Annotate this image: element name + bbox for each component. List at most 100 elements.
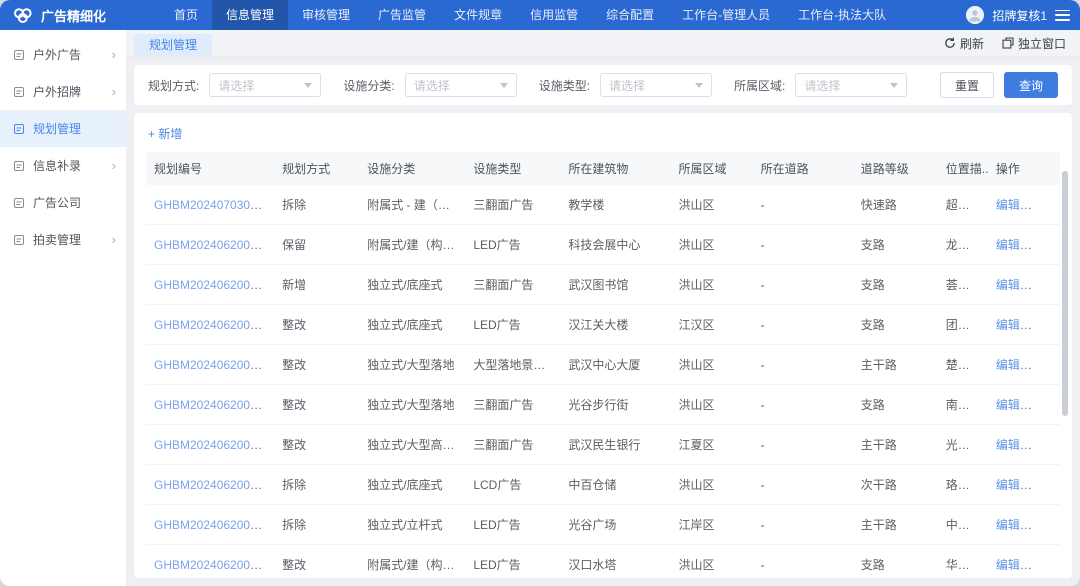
- table-cell: 教学楼: [560, 185, 670, 225]
- delete-link[interactable]: 删除: [1037, 518, 1060, 532]
- table-cell: 超宝工...: [938, 185, 988, 225]
- table-cell: 主干路: [853, 425, 938, 465]
- nav-item[interactable]: 工作台-执法大队: [784, 0, 900, 30]
- edit-link[interactable]: 编辑: [996, 438, 1032, 452]
- sidebar-item[interactable]: 拍卖管理›: [0, 221, 126, 258]
- planning-id-link[interactable]: GHBM202406200003: [154, 318, 270, 332]
- tab-planning[interactable]: 规划管理: [134, 34, 212, 56]
- edit-link[interactable]: 编辑: [996, 398, 1032, 412]
- refresh-button[interactable]: 刷新: [944, 35, 984, 52]
- tab-label: 规划管理: [149, 38, 197, 52]
- planning-id-link[interactable]: GHBM202406200009: [154, 558, 270, 572]
- table-cell: 附属式/建（构）筑物...: [359, 545, 465, 579]
- planning-id-link[interactable]: GHBM202406200002: [154, 238, 270, 252]
- table-cell: 独立式/大型高立柱: [359, 425, 465, 465]
- username[interactable]: 招牌复核1: [992, 7, 1047, 24]
- table-row: GHBM202406200008拆除独立式/立杆式LED广告光谷广场江岸区-主干…: [146, 505, 1060, 545]
- vertical-scrollbar[interactable]: [1062, 171, 1068, 416]
- sidebar-item[interactable]: 信息补录›: [0, 147, 126, 184]
- nav-item[interactable]: 文件规章: [440, 0, 516, 30]
- planning-id-link[interactable]: GHBM202406200001: [154, 278, 270, 292]
- nav-item[interactable]: 审核管理: [288, 0, 364, 30]
- table-cell: 楚韵路(...: [938, 345, 988, 385]
- table-cell: LED广告: [465, 505, 560, 545]
- planning-id-link[interactable]: GHBM202406200004: [154, 358, 270, 372]
- delete-link[interactable]: 删除: [1037, 278, 1060, 292]
- delete-link[interactable]: 删除: [1037, 398, 1060, 412]
- table-cell: GHBM202406200008: [146, 505, 274, 545]
- delete-link[interactable]: 删除: [1037, 438, 1060, 452]
- avatar[interactable]: [966, 6, 984, 24]
- delete-link[interactable]: 删除: [1037, 238, 1060, 252]
- edit-link[interactable]: 编辑: [996, 358, 1032, 372]
- edit-link[interactable]: 编辑: [996, 278, 1032, 292]
- table-cell: 洪山区: [671, 545, 753, 579]
- edit-link[interactable]: 编辑: [996, 198, 1032, 212]
- search-button[interactable]: 查询: [1004, 72, 1058, 98]
- sidebar-item-label: 信息补录: [33, 157, 81, 174]
- table-cell: 三翻面广告: [465, 185, 560, 225]
- table-cell: 主干路: [853, 505, 938, 545]
- nav-item[interactable]: 首页: [160, 0, 212, 30]
- add-button[interactable]: + 新增: [148, 125, 182, 142]
- edit-link[interactable]: 编辑: [996, 238, 1032, 252]
- table-cell: 独立式/底座式: [359, 265, 465, 305]
- planning-id-link[interactable]: GHBM202406200006: [154, 438, 270, 452]
- delete-link[interactable]: 删除: [1037, 478, 1060, 492]
- delete-link[interactable]: 删除: [1037, 558, 1060, 572]
- nav-item[interactable]: 信用监管: [516, 0, 592, 30]
- table-cell: GHBM202406200009: [146, 545, 274, 579]
- delete-link[interactable]: 删除: [1037, 358, 1060, 372]
- table-row: GHBM202406200006整改独立式/大型高立柱三翻面广告武汉民生银行江夏…: [146, 425, 1060, 465]
- sidebar-item[interactable]: 规划管理: [0, 110, 126, 147]
- app-window: 广告精细化 首页信息管理审核管理广告监管文件规章信用监管综合配置工作台-管理人员…: [0, 0, 1080, 586]
- reset-button[interactable]: 重置: [940, 72, 994, 98]
- hamburger-icon[interactable]: [1055, 10, 1070, 21]
- table-row: GHBM202406200005整改独立式/大型落地三翻面广告光谷步行街洪山区-…: [146, 385, 1060, 425]
- sidebar-item[interactable]: 户外招牌›: [0, 73, 126, 110]
- edit-link[interactable]: 编辑: [996, 558, 1032, 572]
- filter-select[interactable]: 请选择: [600, 73, 712, 97]
- chevron-down-icon: [890, 83, 898, 88]
- table-cell: 洪山区: [671, 225, 753, 265]
- select-placeholder: 请选择: [218, 77, 254, 94]
- filter-select[interactable]: 请选择: [209, 73, 321, 97]
- table-cell: LCD广告: [465, 465, 560, 505]
- actions-cell: 编辑删除: [988, 425, 1060, 465]
- column-header: 设施分类: [359, 152, 465, 185]
- edit-link[interactable]: 编辑: [996, 518, 1032, 532]
- sidebar-item[interactable]: 广告公司: [0, 184, 126, 221]
- table-row: GHBM202407030001拆除附属式 - 建（构）筑物...三翻面广告教学…: [146, 185, 1060, 225]
- planning-id-link[interactable]: GHBM202406200008: [154, 518, 270, 532]
- table-cell: 武汉中心大厦: [560, 345, 670, 385]
- filter-select[interactable]: 请选择: [405, 73, 517, 97]
- column-header: 操作: [988, 152, 1060, 185]
- planning-id-link[interactable]: GHBM202407030001: [154, 198, 270, 212]
- delete-link[interactable]: 删除: [1037, 318, 1060, 332]
- nav-item[interactable]: 工作台-管理人员: [668, 0, 784, 30]
- nav-item[interactable]: 信息管理: [212, 0, 288, 30]
- planning-id-link[interactable]: GHBM202406200005: [154, 398, 270, 412]
- planning-id-link[interactable]: GHBM202406200007: [154, 478, 270, 492]
- actions-cell: 编辑删除: [988, 385, 1060, 425]
- actions-cell: 编辑删除: [988, 185, 1060, 225]
- table-card: + 新增 规划编号规划方式设施分类设施类型所在建筑物所属区域所在道路道路等级位置…: [134, 113, 1072, 578]
- table-cell: -: [753, 545, 853, 579]
- edit-link[interactable]: 编辑: [996, 478, 1032, 492]
- table-cell: 保留: [274, 225, 359, 265]
- edit-link[interactable]: 编辑: [996, 318, 1032, 332]
- select-placeholder: 请选择: [804, 77, 840, 94]
- sidebar-item-label: 户外招牌: [33, 83, 81, 100]
- table-cell: 主干路: [853, 345, 938, 385]
- nav-item[interactable]: 广告监管: [364, 0, 440, 30]
- popout-window-button[interactable]: 独立窗口: [1002, 35, 1066, 52]
- filter-select[interactable]: 请选择: [795, 73, 907, 97]
- delete-link[interactable]: 删除: [1037, 198, 1060, 212]
- column-header: 所在道路: [753, 152, 853, 185]
- actions-cell: 编辑删除: [988, 225, 1060, 265]
- sidebar: 户外广告›户外招牌›规划管理信息补录›广告公司拍卖管理›: [0, 30, 126, 586]
- table-cell: -: [753, 265, 853, 305]
- sidebar-item[interactable]: 户外广告›: [0, 36, 126, 73]
- table-cell: 洪山区: [671, 345, 753, 385]
- nav-item[interactable]: 综合配置: [592, 0, 668, 30]
